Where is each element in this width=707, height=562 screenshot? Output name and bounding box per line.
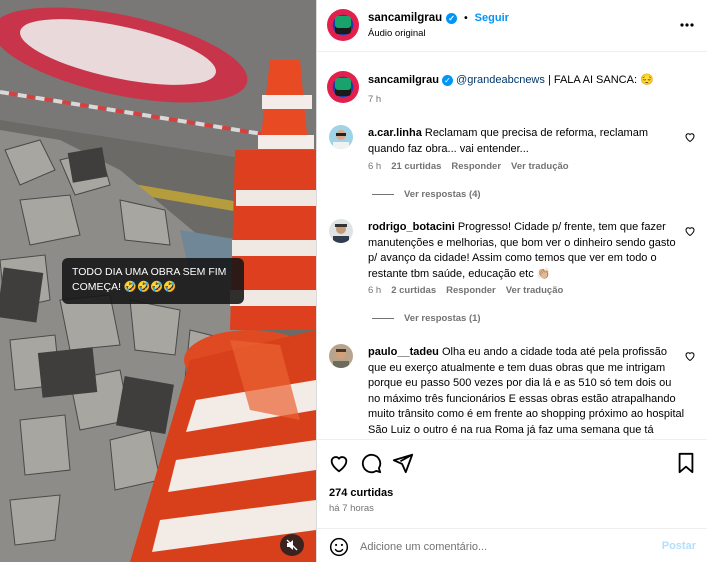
- follow-button[interactable]: Seguir: [475, 12, 509, 24]
- view-replies-button[interactable]: Ver respostas (1): [372, 313, 481, 324]
- separator-dot: •: [464, 12, 468, 24]
- comment-icon[interactable]: [360, 452, 382, 474]
- comment-likes[interactable]: 2 curtidas: [391, 285, 436, 296]
- author-avatar[interactable]: [327, 9, 359, 41]
- comment-text: Olha eu ando a cidade toda até pela prof…: [368, 346, 685, 436]
- comments-list[interactable]: sancamilgrau ✓ @grandeabcnews | FALA AI …: [317, 53, 707, 439]
- view-replies-button[interactable]: Ver respostas (4): [372, 189, 481, 200]
- bookmark-icon[interactable]: [675, 452, 697, 474]
- replies-line: [372, 194, 394, 195]
- verified-badge-icon: ✓: [441, 75, 453, 86]
- comment-meta: 6 h 21 curtidas Responder Ver tradução: [368, 161, 569, 172]
- translate-button[interactable]: Ver tradução: [511, 161, 569, 172]
- post-actions: 274 curtidas há 7 horas Postar: [317, 439, 707, 562]
- caption-text: | FALA AI SANCA: 😔: [544, 74, 654, 86]
- posted-time: há 7 horas: [329, 503, 374, 514]
- comment-body: paulo__tadeu Olha eu ando a cidade toda …: [368, 345, 686, 439]
- post-caption: sancamilgrau ✓ @grandeabcnews | FALA AI …: [368, 73, 688, 88]
- video-text-overlay: TODO DIA UMA OBRA SEM FIM COMEÇA! 🤣🤣🤣🤣: [62, 258, 244, 304]
- post-media[interactable]: TODO DIA UMA OBRA SEM FIM COMEÇA! 🤣🤣🤣🤣: [0, 0, 316, 562]
- reply-button[interactable]: Responder: [451, 161, 501, 172]
- comment-username[interactable]: a.car.linha: [368, 127, 422, 139]
- heart-icon[interactable]: [328, 452, 350, 474]
- view-replies-label: Ver respostas (1): [404, 313, 481, 324]
- overlay-caption-line1: TODO DIA UMA OBRA SEM FIM: [72, 266, 227, 278]
- overlay-caption-line2: COMEÇA! 🤣🤣🤣🤣: [72, 281, 177, 293]
- caption-username[interactable]: sancamilgrau: [368, 74, 439, 86]
- post-comment-button[interactable]: Postar: [662, 540, 696, 552]
- commenter-avatar[interactable]: [329, 219, 353, 243]
- add-comment-row: Postar: [317, 528, 707, 562]
- comment-meta: 6 h 2 curtidas Responder Ver tradução: [368, 285, 563, 296]
- post-side-panel: sancamilgrau ✓ • Seguir Áudio original s…: [316, 0, 707, 562]
- comment-time: 6 h: [368, 285, 382, 296]
- post-header: sancamilgrau ✓ • Seguir Áudio original: [317, 0, 707, 52]
- comment-body: a.car.linha Reclamam que precisa de refo…: [368, 126, 686, 157]
- smiley-icon[interactable]: [329, 537, 349, 557]
- speaker-muted-icon: [286, 539, 298, 551]
- three-dots-icon: [680, 23, 694, 27]
- add-comment-input[interactable]: [360, 538, 650, 556]
- reply-button[interactable]: Responder: [446, 285, 496, 296]
- comment-username[interactable]: rodrigo_botacini: [368, 221, 455, 233]
- caption-author-avatar[interactable]: [327, 71, 359, 103]
- likes-count[interactable]: 274 curtidas: [329, 487, 393, 499]
- view-replies-label: Ver respostas (4): [404, 189, 481, 200]
- author-line: sancamilgrau ✓ • Seguir: [368, 12, 509, 24]
- caption-time: 7 h: [368, 94, 382, 105]
- heart-icon[interactable]: [684, 225, 696, 237]
- replies-line: [372, 318, 394, 319]
- verified-badge-icon: ✓: [446, 12, 458, 24]
- more-options-button[interactable]: [680, 18, 694, 28]
- commenter-avatar[interactable]: [329, 125, 353, 149]
- author-username[interactable]: sancamilgrau: [368, 12, 442, 24]
- send-icon[interactable]: [392, 452, 414, 474]
- audio-label[interactable]: Áudio original: [368, 28, 426, 39]
- caption-mention[interactable]: @grandeabcnews: [456, 74, 545, 86]
- comment-time: 6 h: [368, 161, 382, 172]
- mute-button[interactable]: [280, 534, 304, 556]
- comment-likes[interactable]: 21 curtidas: [391, 161, 441, 172]
- comment-username[interactable]: paulo__tadeu: [368, 346, 439, 358]
- commenter-avatar[interactable]: [329, 344, 353, 368]
- translate-button[interactable]: Ver tradução: [506, 285, 564, 296]
- heart-icon[interactable]: [684, 350, 696, 362]
- comment-body: rodrigo_botacini Progresso! Cidade p/ fr…: [368, 220, 686, 282]
- heart-icon[interactable]: [684, 131, 696, 143]
